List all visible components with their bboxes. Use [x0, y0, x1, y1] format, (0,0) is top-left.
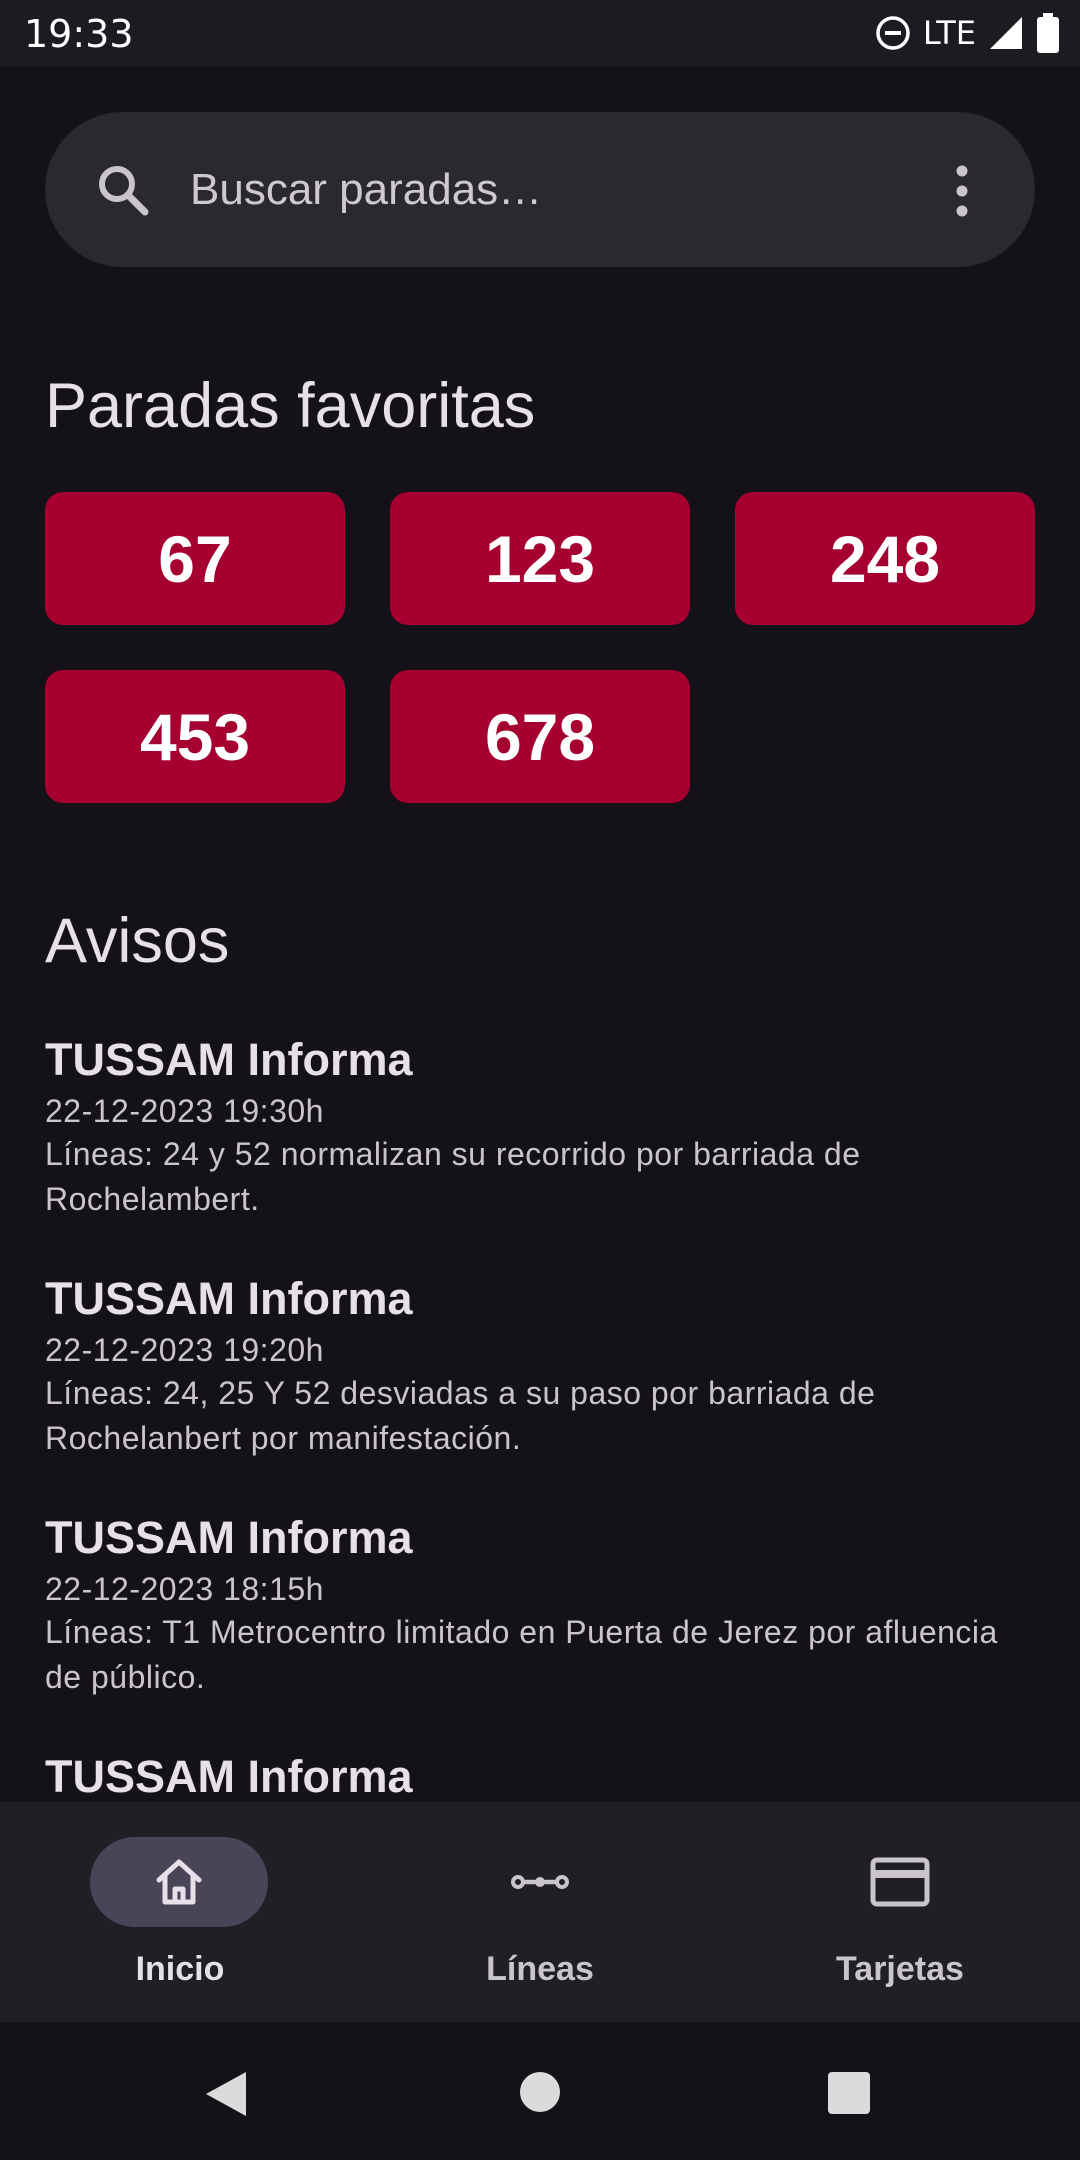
- notice-source: TUSSAM Informa: [45, 1751, 413, 1802]
- favorite-stop-button[interactable]: 678: [390, 670, 690, 803]
- status-time: 19:33: [24, 12, 134, 56]
- favorites-title: Paradas favoritas: [45, 371, 536, 441]
- notice-text: Líneas: 24, 25 Y 52 desviadas a su paso …: [45, 1375, 876, 1456]
- recents-icon[interactable]: [828, 2072, 870, 2114]
- signal-icon: [990, 17, 1022, 49]
- notice-item[interactable]: TUSSAM Informa 22-12-2023 18:15h Líneas:…: [45, 1512, 1035, 1700]
- nav-item-inicio[interactable]: Inicio: [0, 1802, 360, 2022]
- favorite-stop-button[interactable]: 67: [45, 492, 345, 625]
- search-icon: [99, 166, 149, 216]
- home-icon: [156, 1859, 202, 1905]
- notice-source: TUSSAM Informa: [45, 1273, 413, 1324]
- nav-label: Tarjetas: [836, 1950, 964, 1988]
- nav-label: Líneas: [486, 1950, 594, 1988]
- notice-item[interactable]: TUSSAM Informa: [45, 1751, 1035, 1803]
- nav-item-tarjetas[interactable]: Tarjetas: [720, 1802, 1080, 2022]
- favorite-stop-button[interactable]: 123: [390, 492, 690, 625]
- notices-title: Avisos: [45, 906, 230, 976]
- notice-text: Líneas: 24 y 52 normalizan su recorrido …: [45, 1136, 861, 1217]
- network-type: LTE: [922, 14, 976, 52]
- notice-time: 22-12-2023 19:20h: [45, 1332, 324, 1368]
- notice-time: 22-12-2023 18:15h: [45, 1571, 324, 1607]
- more-vert-icon[interactable]: [940, 163, 984, 219]
- home-button-icon[interactable]: [519, 2071, 561, 2113]
- bottom-navigation: Inicio Líneas Tarjetas: [0, 1802, 1080, 2022]
- card-icon: [870, 1857, 930, 1907]
- notice-source: TUSSAM Informa: [45, 1034, 413, 1085]
- favorite-stop-button[interactable]: 453: [45, 670, 345, 803]
- notice-item[interactable]: TUSSAM Informa 22-12-2023 19:30h Líneas:…: [45, 1034, 1035, 1222]
- do-not-disturb-icon: [876, 16, 910, 50]
- nav-item-lineas[interactable]: Líneas: [360, 1802, 720, 2022]
- notice-time: 22-12-2023 19:30h: [45, 1093, 324, 1129]
- notice-item[interactable]: TUSSAM Informa 22-12-2023 19:20h Líneas:…: [45, 1273, 1035, 1461]
- system-navigation-bar: [0, 2022, 1080, 2160]
- battery-icon: [1037, 13, 1059, 53]
- notice-source: TUSSAM Informa: [45, 1512, 413, 1563]
- notice-text: Líneas: T1 Metrocentro limitado en Puert…: [45, 1614, 998, 1695]
- back-icon[interactable]: [204, 2070, 248, 2118]
- favorite-stop-button[interactable]: 248: [735, 492, 1035, 625]
- search-input[interactable]: [190, 150, 910, 230]
- status-bar: 19:33 LTE: [0, 0, 1080, 66]
- nav-label: Inicio: [135, 1950, 225, 1988]
- route-icon: [511, 1875, 569, 1889]
- status-icons: LTE: [875, 10, 1060, 56]
